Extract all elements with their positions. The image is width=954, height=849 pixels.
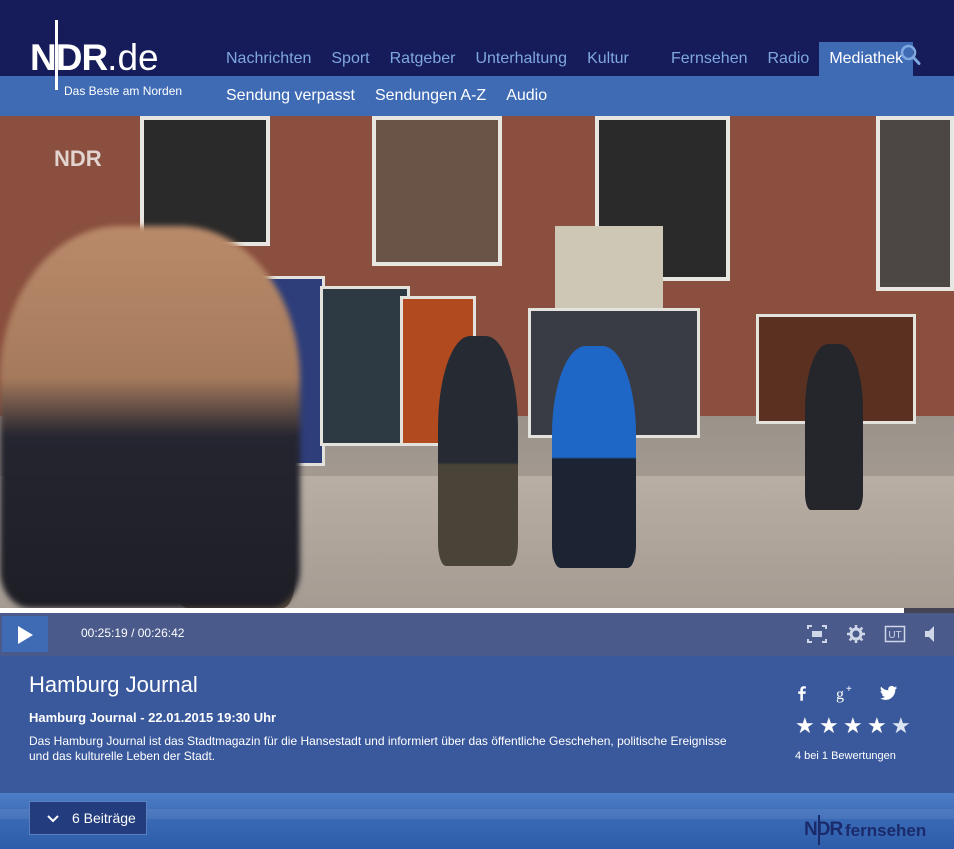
nav-item-fernsehen[interactable]: Fernsehen [661,42,758,76]
nav-item-unterhaltung[interactable]: Unterhaltung [465,42,577,76]
pedestrian [805,344,863,510]
twitter-icon[interactable] [877,682,899,704]
building-window [372,116,502,266]
nav-item-ratgeber[interactable]: Ratgeber [380,42,466,76]
settings-gear-icon[interactable] [845,623,867,645]
subnav-sendung-verpasst[interactable]: Sendung verpasst [216,76,365,116]
fullscreen-icon[interactable] [806,623,828,645]
volume-icon[interactable] [922,623,944,645]
episode-title: Hamburg Journal [29,672,198,697]
nav-item-kultur[interactable]: Kultur [577,42,639,76]
logo-text: NDR [30,37,108,78]
star-icon[interactable]: ★ [891,716,915,738]
rating-summary: 4 bei 1 Bewertungen [795,750,896,762]
stone-block [555,226,663,311]
play-button[interactable] [2,616,48,652]
video-player-frame[interactable]: NDR [0,116,954,608]
facebook-icon[interactable] [792,682,814,704]
play-icon [18,626,33,644]
episode-info-panel: Hamburg Journal Hamburg Journal - 22.01.… [0,656,954,793]
channel-logo-divider [818,815,820,845]
search-icon[interactable] [900,44,922,68]
subnav-sendungen-a-z[interactable]: Sendungen A-Z [365,76,496,116]
main-nav: Nachrichten Sport Ratgeber Unterhaltung … [216,42,639,76]
time-display: 00:25:19 / 00:26:42 [81,626,184,640]
channel-logo-word: fernsehen [845,821,927,840]
subtitles-ut-icon[interactable]: UT [884,623,906,645]
channel-logo-ndr: NDR [804,819,843,840]
subtitles-label: UT [888,630,901,641]
star-icon[interactable]: ★ [795,716,819,738]
nav-item-radio[interactable]: Radio [758,42,820,76]
exhibition-board [320,286,410,446]
chevron-down-icon [47,815,59,823]
woman-foreground [0,226,300,608]
nav-item-sport[interactable]: Sport [321,42,379,76]
subnav-audio[interactable]: Audio [496,76,557,116]
time-separator: / [131,626,135,640]
mediathek-subnav: Sendung verpasst Sendungen A-Z Audio [216,76,557,116]
episode-subtitle: Hamburg Journal - 22.01.2015 19:30 Uhr [29,710,277,725]
pedestrian [438,336,518,566]
ndr-mediathek-page: NDR.de Das Beste am Norden Nachrichten S… [0,0,954,849]
rating-stars: ★ ★ ★ ★ ★ [795,716,915,738]
beitraege-toggle-button[interactable]: 6 Beiträge [29,801,147,835]
ndr-watermark: NDR [54,146,102,171]
google-plus-icon[interactable]: g + [834,682,856,704]
total-duration: 00:26:42 [137,626,185,640]
pedestrian [552,346,636,568]
current-time: 00:25:19 [81,626,128,640]
star-icon[interactable]: ★ [867,716,891,738]
logo-tagline: Das Beste am Norden [64,84,183,98]
episode-description: Das Hamburg Journal ist das Stadtmagazin… [29,734,727,763]
beitraege-label: 6 Beiträge [72,810,136,826]
scaffolding [876,116,954,291]
bottom-bar: 6 Beiträge NDR fernsehen [0,793,954,849]
logo-suffix: .de [107,37,159,78]
svg-text:g: g [836,686,844,703]
nav-item-nachrichten[interactable]: Nachrichten [216,42,321,76]
star-icon[interactable]: ★ [819,716,843,738]
player-controls: 00:25:19 / 00:26:42 UT [0,613,954,656]
star-icon[interactable]: ★ [843,716,867,738]
right-nav: Fernsehen Radio Mediathek [661,42,914,76]
svg-text:+: + [846,684,852,695]
